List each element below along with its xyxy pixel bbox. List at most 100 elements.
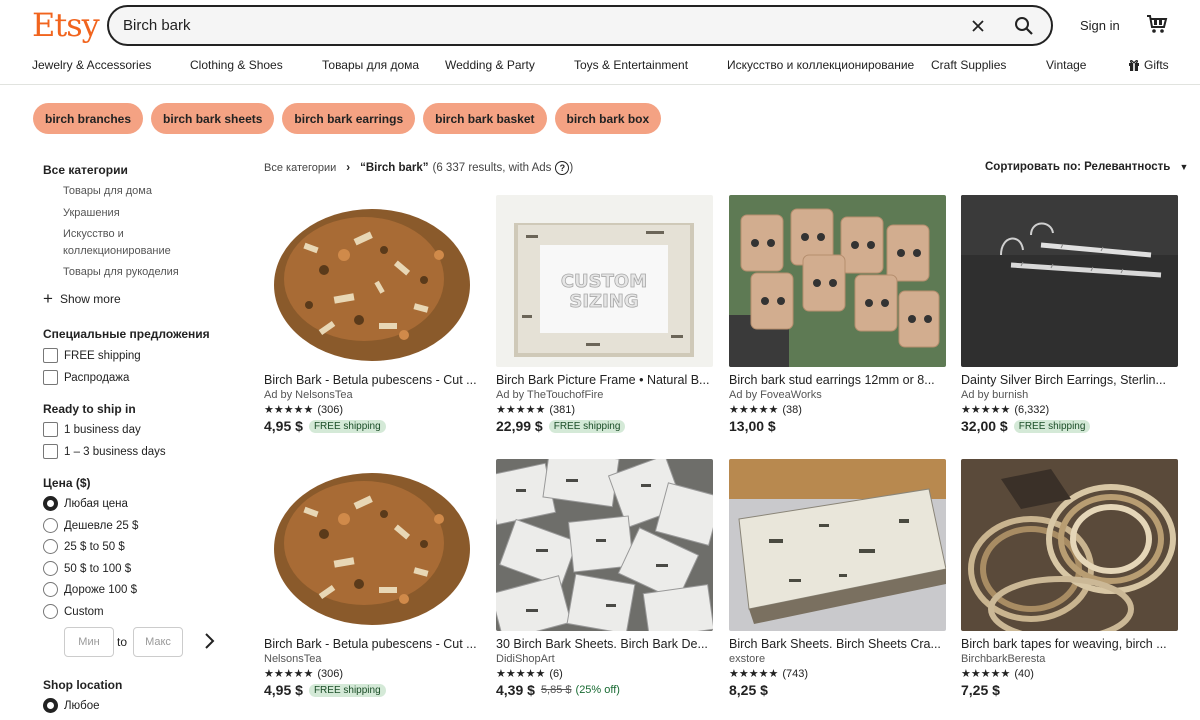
listing-image[interactable] <box>264 195 481 367</box>
radio[interactable] <box>43 604 58 619</box>
sort-dropdown[interactable]: Сортировать по: Релевантность ▼ <box>985 161 1188 173</box>
nav-wedding[interactable]: Wedding & Party <box>445 58 535 72</box>
breadcrumb-query: “Birch bark” <box>360 162 429 174</box>
radio[interactable] <box>43 698 58 713</box>
listing-image[interactable] <box>961 195 1178 367</box>
nav-toys[interactable]: Toys & Entertainment <box>574 58 688 72</box>
subcat-art-line1[interactable]: Искусство и <box>63 226 124 242</box>
listing-card[interactable]: Birch bark tapes for weaving, birch ... … <box>961 459 1178 698</box>
chip-birch-branches[interactable]: birch branches <box>33 103 144 134</box>
bark-tapes-photo <box>961 459 1178 631</box>
location-any[interactable]: Любое <box>43 698 100 713</box>
radio[interactable] <box>43 518 58 533</box>
radio[interactable] <box>43 561 58 576</box>
checkbox[interactable] <box>43 348 58 363</box>
filter-1-3-days[interactable]: 1 – 3 business days <box>43 444 166 459</box>
svg-text:SIZING: SIZING <box>569 291 638 312</box>
nav-clothing[interactable]: Clothing & Shoes <box>190 58 283 72</box>
discount-label: (25% off) <box>575 684 620 696</box>
bark-strip-photo <box>729 459 946 631</box>
listing-title[interactable]: Dainty Silver Birch Earrings, Sterlin... <box>961 373 1178 387</box>
listing-shop: Ad by FoveaWorks <box>729 389 822 401</box>
checkbox[interactable] <box>43 422 58 437</box>
listing-title[interactable]: Birch Bark - Betula pubescens - Cut ... <box>264 373 481 387</box>
breadcrumb-root[interactable]: Все категории <box>264 162 336 174</box>
chip-birch-bark-basket[interactable]: birch bark basket <box>423 103 547 134</box>
search-bar[interactable] <box>107 5 1053 46</box>
show-more-button[interactable]: + Show more <box>43 290 121 307</box>
chip-birch-bark-earrings[interactable]: birch bark earrings <box>282 103 416 134</box>
search-icon <box>1015 17 1033 35</box>
cart-button[interactable] <box>1145 12 1169 36</box>
chip-birch-bark-box[interactable]: birch bark box <box>554 103 662 134</box>
radio[interactable] <box>43 539 58 554</box>
listing-price: 4,95 $ <box>264 418 303 434</box>
price-25-50[interactable]: 25 $ to 50 $ <box>43 539 125 554</box>
listing-title[interactable]: Birch Bark Sheets. Birch Sheets Cra... <box>729 637 946 651</box>
listing-image[interactable] <box>264 459 481 631</box>
listing-price: 7,25 $ <box>961 682 1000 698</box>
subcat-home[interactable]: Товары для дома <box>63 183 152 199</box>
min-price-input[interactable]: Мин <box>64 627 114 657</box>
listing-image[interactable] <box>729 459 946 631</box>
price-any[interactable]: Любая цена <box>43 496 128 511</box>
filter-sale[interactable]: Распродажа <box>43 370 129 385</box>
listing-price: 32,00 $ <box>961 418 1008 434</box>
review-count: (306) <box>317 403 343 416</box>
price-custom[interactable]: Custom <box>43 604 104 619</box>
listing-card[interactable]: Birch Bark - Betula pubescens - Cut ... … <box>264 459 481 698</box>
listing-title[interactable]: Birch bark tapes for weaving, birch ... <box>961 637 1178 651</box>
listing-card[interactable]: Dainty Silver Birch Earrings, Sterlin...… <box>961 195 1178 434</box>
listing-card[interactable]: CUSTOM SIZING Birch Bark Picture Frame •… <box>496 195 713 434</box>
radio[interactable] <box>43 496 58 511</box>
filter-free-shipping[interactable]: FREE shipping <box>43 348 141 363</box>
nav-gifts[interactable]: Gifts <box>1128 58 1169 72</box>
listing-image[interactable] <box>961 459 1178 631</box>
filter-1-day[interactable]: 1 business day <box>43 422 141 437</box>
listing-image[interactable] <box>729 195 946 367</box>
listing-card[interactable]: 30 Birch Bark Sheets. Birch Bark De... D… <box>496 459 713 698</box>
subcat-jewelry[interactable]: Украшения <box>63 205 120 221</box>
listing-card[interactable]: Birch Bark Sheets. Birch Sheets Cra... e… <box>729 459 946 698</box>
radio[interactable] <box>43 582 58 597</box>
listing-title[interactable]: 30 Birch Bark Sheets. Birch Bark De... <box>496 637 713 651</box>
price-under-25[interactable]: Дешевле 25 $ <box>43 518 138 533</box>
max-price-input[interactable]: Макс <box>133 627 183 657</box>
filter-label: 1 business day <box>64 423 141 436</box>
listing-image[interactable] <box>496 459 713 631</box>
chip-birch-bark-sheets[interactable]: birch bark sheets <box>151 103 275 134</box>
subcat-craft[interactable]: Товары для рукоделия <box>63 264 179 280</box>
price-over-100[interactable]: Дороже 100 $ <box>43 582 137 597</box>
nav-craft[interactable]: Craft Supplies <box>931 58 1006 72</box>
listing-title[interactable]: Birch bark stud earrings 12mm or 8... <box>729 373 946 387</box>
search-input[interactable] <box>123 10 943 41</box>
listing-price-row: 22,99 $ FREE shipping <box>496 418 713 434</box>
listing-image[interactable]: CUSTOM SIZING <box>496 195 713 367</box>
etsy-logo[interactable]: Etsy <box>32 6 100 44</box>
nav-vintage[interactable]: Vintage <box>1046 58 1086 72</box>
review-count: (6,332) <box>1014 403 1050 416</box>
nav-jewelry[interactable]: Jewelry & Accessories <box>32 58 151 72</box>
checkbox[interactable] <box>43 444 58 459</box>
apply-price-button[interactable] <box>201 632 217 653</box>
nav-art[interactable]: Искусство и коллекционирование <box>727 58 914 72</box>
search-button[interactable] <box>1011 13 1037 39</box>
listing-title[interactable]: Birch Bark - Betula pubescens - Cut ... <box>264 637 481 651</box>
clear-search-button[interactable] <box>967 15 989 37</box>
listing-price: 4,39 $ <box>496 682 535 698</box>
help-icon[interactable]: ? <box>555 161 570 175</box>
listing-card[interactable]: Birch Bark - Betula pubescens - Cut ... … <box>264 195 481 434</box>
all-categories-link[interactable]: Все категории <box>43 163 128 177</box>
nav-home[interactable]: Товары для дома <box>322 58 419 72</box>
listing-price-row: 4,39 $ 5,85 $ (25% off) <box>496 682 713 698</box>
listing-title[interactable]: Birch Bark Picture Frame • Natural B... <box>496 373 713 387</box>
sign-in-link[interactable]: Sign in <box>1080 18 1120 33</box>
listing-price: 13,00 $ <box>729 418 776 434</box>
star-rating-icon: ★★★★★ <box>264 668 314 680</box>
silver-earrings-photo <box>961 195 1178 367</box>
subcat-art-line2[interactable]: коллекционирование <box>63 243 171 259</box>
listing-card[interactable]: Birch bark stud earrings 12mm or 8... Ad… <box>729 195 946 434</box>
gift-icon <box>1129 60 1139 71</box>
price-50-100[interactable]: 50 $ to 100 $ <box>43 561 131 576</box>
checkbox[interactable] <box>43 370 58 385</box>
